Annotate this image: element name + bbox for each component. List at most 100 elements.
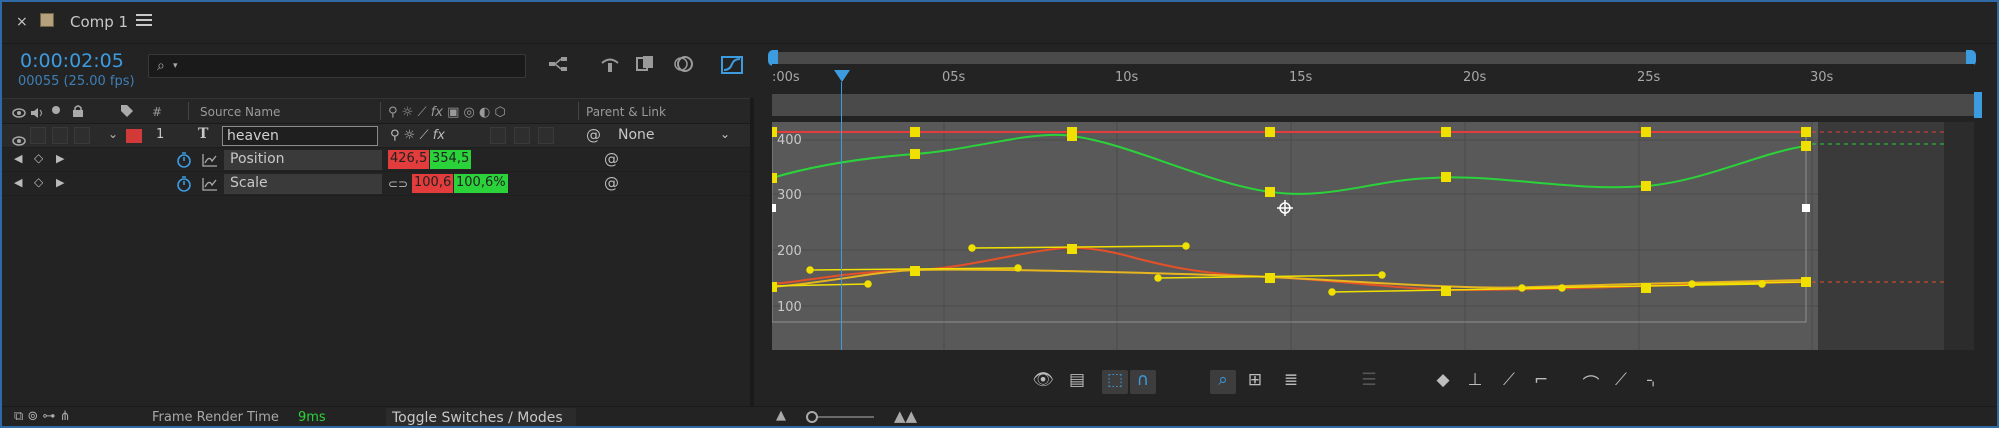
property-name[interactable]: Position — [224, 150, 382, 170]
add-keyframe-diamond-icon[interactable]: ◇ — [34, 175, 43, 189]
expression-pick-whip-icon[interactable]: @ — [604, 174, 619, 192]
motion-blur-switch[interactable] — [514, 127, 530, 144]
zoom-slider-thumb[interactable] — [806, 411, 818, 423]
fit-selection-icon[interactable]: ⌕ — [1210, 370, 1236, 394]
scale-y-value[interactable]: 100,6% — [454, 174, 508, 193]
layer-number: 1 — [156, 127, 165, 142]
easy-ease-out-icon[interactable]: ⌍ — [1640, 370, 1666, 394]
easy-ease-in-icon[interactable]: ⟋ — [1608, 370, 1634, 394]
switches-header-icons: ⚲ ☼ ⟋ fx ▣ ◎ ◐ ⬡ — [388, 105, 506, 120]
comp-mini-icons[interactable]: ⧉ ⊚ ⊶ ⋔ — [14, 409, 70, 424]
ruler-label: 25s — [1637, 70, 1661, 85]
panel-menu-icon[interactable] — [136, 14, 152, 26]
frame-blend-switch[interactable] — [490, 127, 506, 144]
layer-label-color[interactable] — [126, 129, 142, 143]
stopwatch-icon[interactable] — [176, 151, 192, 173]
next-keyframe-icon[interactable]: ▶ — [56, 176, 64, 189]
layer-switch-icons[interactable]: ⚲ ☼ ⟋ fx — [390, 128, 445, 143]
composition-flowchart-icon[interactable] — [547, 54, 571, 76]
search-dropdown-icon[interactable]: ▾ — [173, 61, 178, 71]
graph-editor: :00s 05s 10s 15s 20s 25s 30s 400 300 200… — [766, 44, 1997, 406]
graph-toggle-icon[interactable] — [202, 176, 218, 195]
lock-switch[interactable] — [74, 127, 90, 144]
parent-dropdown-chevron-icon[interactable]: ⌄ — [720, 127, 730, 141]
adjustment-layer-switch[interactable] — [538, 127, 554, 144]
transform-box-handle[interactable] — [768, 204, 776, 212]
playhead-line[interactable] — [841, 82, 842, 350]
convert-linear-icon[interactable]: ⟋ — [1496, 370, 1522, 394]
work-area-bar[interactable] — [772, 52, 1974, 64]
tab-comp-1[interactable]: Comp 1 — [70, 13, 128, 31]
easy-ease-icon[interactable]: ⌒ — [1578, 370, 1604, 395]
audio-speaker-icon[interactable] — [30, 104, 44, 123]
transform-box-handle[interactable] — [1802, 204, 1810, 212]
close-tab-button[interactable]: × — [16, 14, 28, 30]
video-eye-icon[interactable] — [12, 104, 26, 123]
scale-x-value[interactable]: 100,6 — [412, 174, 454, 193]
ruler-label: :00s — [772, 70, 800, 85]
auto-bezier-icon[interactable]: ⌐ — [1528, 370, 1554, 394]
column-divider — [578, 102, 579, 120]
collapse-chevron-down-icon[interactable]: ⌄ — [108, 127, 118, 141]
layer-name-field[interactable]: heaven — [222, 126, 378, 146]
panel-splitter[interactable] — [750, 98, 754, 406]
parent-link-column-header[interactable]: Parent & Link — [586, 105, 666, 119]
transform-box[interactable] — [771, 131, 1807, 323]
status-bar: ⧉ ⊚ ⊶ ⋔ Frame Render Time 9ms Toggle Swi… — [2, 406, 1997, 426]
graph-scroll-gutter[interactable] — [1944, 122, 1974, 350]
label-tag-icon[interactable] — [120, 103, 134, 122]
property-name[interactable]: Scale — [224, 174, 382, 194]
solo-switch[interactable] — [52, 127, 68, 144]
playhead-handle[interactable] — [834, 70, 850, 82]
show-properties-eye-icon[interactable]: 👁 — [1030, 370, 1056, 394]
graph-editor-toolbar: 👁 ▤ ⬚ ∩ ⌕ ⊞ ≣ ☰ ◆ ⊥ ⟋ ⌐ ⌒ ⟋ ⌍ — [766, 362, 1997, 398]
y-axis-label: 400 — [777, 133, 802, 148]
prev-keyframe-icon[interactable]: ◀ — [14, 176, 22, 189]
snap-magnet-icon[interactable]: ∩ — [1130, 370, 1156, 394]
pick-whip-spiral-icon[interactable]: @ — [586, 126, 601, 144]
graph-toggle-icon[interactable] — [202, 152, 218, 171]
shy-layers-icon[interactable] — [598, 54, 622, 76]
comp-color-swatch-icon — [40, 13, 54, 27]
time-ruler[interactable]: :00s 05s 10s 15s 20s 25s 30s — [772, 64, 1974, 98]
current-time-display[interactable]: 0:00:02:05 — [20, 50, 124, 72]
toggle-switches-modes-button[interactable]: Toggle Switches / Modes — [392, 410, 563, 426]
add-keyframe-diamond-icon[interactable]: ◇ — [34, 151, 43, 165]
position-y-value[interactable]: 354,5 — [430, 150, 472, 169]
expression-pick-whip-icon[interactable]: @ — [604, 150, 619, 168]
graph-type-options-icon[interactable]: ▤ — [1064, 370, 1090, 394]
frame-render-value: 9ms — [298, 410, 326, 425]
column-divider — [380, 102, 381, 120]
stopwatch-icon[interactable] — [176, 175, 192, 197]
source-name-column-header[interactable]: Source Name — [200, 105, 280, 119]
position-x-value[interactable]: 426,5 — [388, 150, 430, 169]
frame-blending-icon[interactable] — [634, 54, 658, 76]
edit-keyframe-diamond-icon[interactable]: ◆ — [1430, 370, 1456, 394]
navigator-end-handle[interactable] — [1974, 92, 1982, 118]
transform-box-toggle-icon[interactable]: ⬚ — [1102, 370, 1128, 394]
fit-all-graphs-icon[interactable]: ⊞ — [1242, 370, 1268, 394]
y-axis-label: 200 — [777, 244, 802, 259]
ruler-label: 20s — [1463, 70, 1487, 85]
zoom-in-mountain-icon[interactable]: ▲▲ — [894, 407, 917, 425]
graph-editor-toggle-icon[interactable] — [720, 54, 744, 76]
separate-dimensions-icon[interactable]: ☰ — [1356, 370, 1382, 394]
zoom-out-mountain-icon[interactable]: ▲ — [776, 408, 786, 423]
motion-blur-icon[interactable] — [672, 54, 696, 76]
solo-dot-icon[interactable] — [52, 106, 60, 114]
prev-keyframe-icon[interactable]: ◀ — [14, 152, 22, 165]
value-graph-svg[interactable]: 400 300 200 100 — [766, 122, 1944, 350]
property-row-position: ◀ ◇ ▶ Position 426,5 354,5 @ — [2, 148, 750, 172]
graph-height-icon[interactable]: ≣ — [1278, 370, 1304, 394]
graph-plot-area[interactable]: 400 300 200 100 — [766, 122, 1944, 350]
time-navigator-bar[interactable] — [772, 94, 1974, 116]
constrain-proportions-link-icon[interactable]: ⊂⊃ — [388, 177, 408, 191]
layer-row[interactable]: ⌄ 1 T heaven ⚲ ☼ ⟋ fx @ None ⌄ — [2, 124, 750, 148]
convert-hold-icon[interactable]: ⊥ — [1462, 370, 1488, 394]
lock-icon[interactable] — [72, 103, 84, 122]
y-axis-label: 300 — [777, 188, 802, 203]
audio-switch[interactable] — [30, 127, 46, 144]
next-keyframe-icon[interactable]: ▶ — [56, 152, 64, 165]
search-input[interactable]: ⌕ ▾ — [148, 54, 526, 78]
zoom-slider-track[interactable] — [810, 416, 874, 418]
